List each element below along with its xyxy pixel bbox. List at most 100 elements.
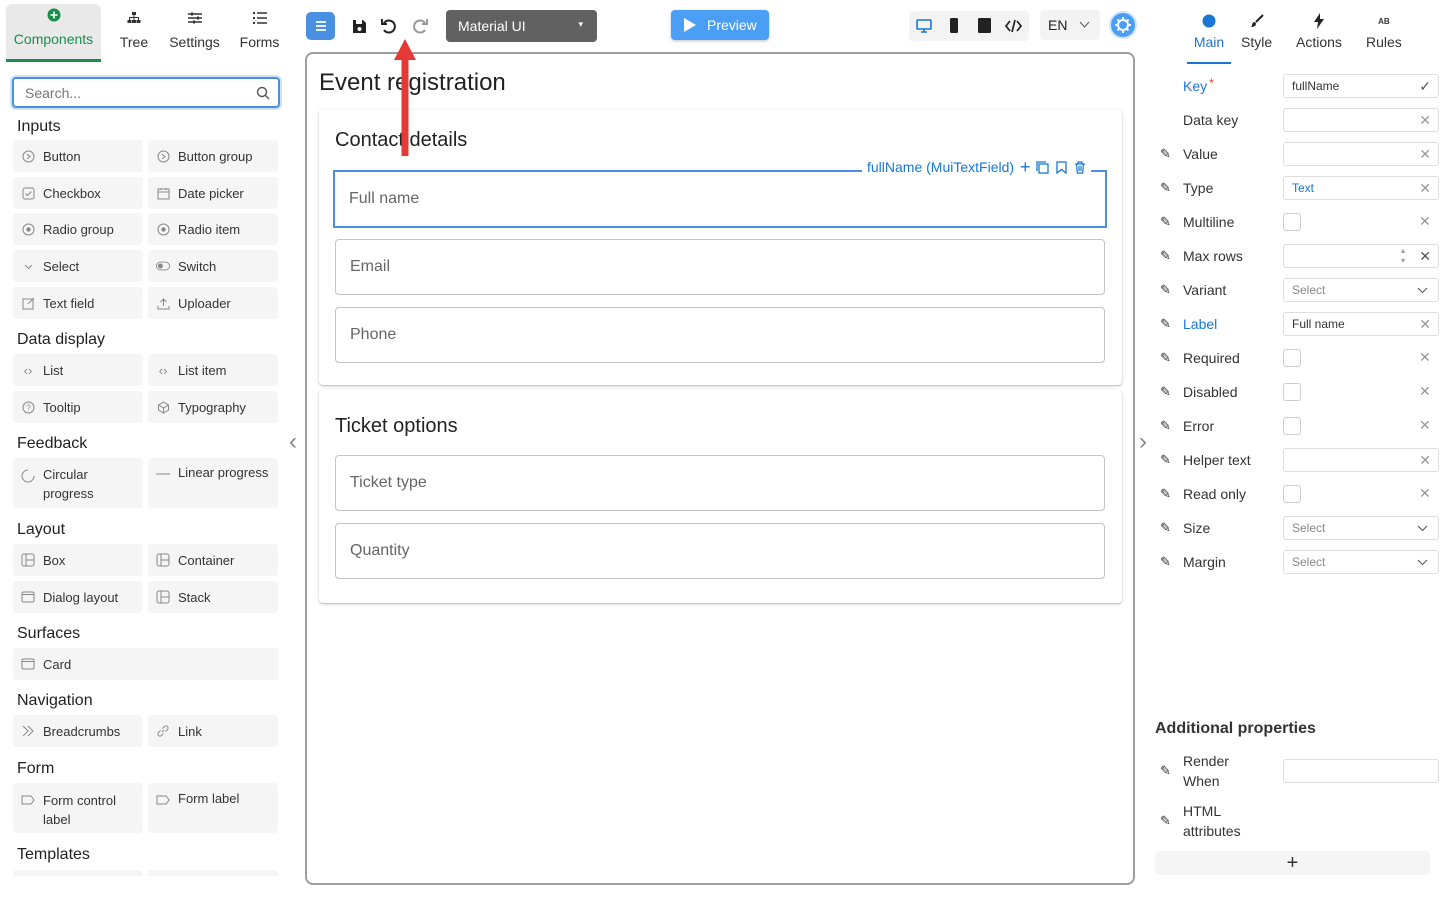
pencil-icon[interactable]: ✎ [1160,350,1182,366]
component-link[interactable]: Link [148,715,278,747]
multiline-checkbox[interactable] [1283,213,1301,231]
stepper-icon[interactable]: ▴ ▾ [1401,246,1405,266]
pencil-icon[interactable]: ✎ [1160,214,1182,230]
max-rows-input[interactable]: ▴ ▾ ✕ [1283,244,1439,268]
component-list[interactable]: ‹› List [13,354,143,386]
pencil-icon[interactable]: ✎ [1160,180,1182,196]
key-input[interactable]: fullName ✓ [1283,74,1439,98]
tab-components[interactable]: Components [6,4,101,62]
component-card[interactable]: Card [13,648,279,680]
component-box[interactable]: Box [13,544,143,576]
clear-icon[interactable]: ✕ [1419,349,1431,366]
phone-field[interactable]: Phone [335,307,1105,363]
search-icon[interactable] [256,86,270,100]
size-select[interactable]: Select [1283,516,1439,540]
phone-icon[interactable] [949,18,959,34]
tab-main[interactable]: Main [1187,12,1231,64]
pencil-icon[interactable]: ✎ [1160,486,1182,502]
code-icon[interactable] [1005,18,1022,34]
read-only-checkbox[interactable] [1283,485,1301,503]
pencil-icon[interactable]: ✎ [1160,452,1182,468]
add-attribute-button[interactable]: + [1155,851,1430,875]
clear-icon[interactable]: ✕ [1419,180,1431,197]
component-typography[interactable]: Typography [148,391,278,423]
pencil-icon[interactable]: ✎ [1160,520,1182,536]
margin-select[interactable]: Select [1283,550,1439,574]
collapse-right-icon[interactable]: › [1139,430,1147,454]
clear-icon[interactable]: ✕ [1419,146,1431,163]
clear-icon[interactable]: ✕ [1419,452,1431,469]
component-switch[interactable]: Switch [148,250,278,282]
pencil-icon[interactable]: ✎ [1160,384,1182,400]
variant-select[interactable]: Select [1283,278,1439,302]
preview-button[interactable]: Preview [671,10,769,40]
component-date-picker[interactable]: Date picker [148,177,278,209]
pencil-icon[interactable]: ✎ [1160,146,1182,162]
component-form-label[interactable]: Form label [148,783,278,833]
pencil-icon[interactable]: ✎ [1160,763,1182,779]
component-uploader[interactable]: Uploader [148,287,278,319]
settings-button[interactable] [1111,13,1135,37]
tab-tree[interactable]: Tree [101,4,167,62]
clear-icon[interactable]: ✕ [1419,316,1431,333]
component-button[interactable]: Button [13,140,143,172]
value-input[interactable]: ✕ [1283,142,1439,166]
pencil-icon[interactable]: ✎ [1160,248,1182,264]
component-select[interactable]: Select [13,250,143,282]
component-button-group[interactable]: Button group [148,140,278,172]
component-stack[interactable]: Stack [148,581,278,613]
clear-icon[interactable]: ✕ [1419,112,1431,129]
component-template-partial[interactable] [148,870,278,876]
component-radio-item[interactable]: Radio item [148,213,278,245]
disabled-checkbox[interactable] [1283,383,1301,401]
email-field[interactable]: Email [335,239,1105,295]
pencil-icon[interactable]: ✎ [1160,418,1182,434]
component-list-item[interactable]: ‹› List item [148,354,278,386]
component-container[interactable]: Container [148,544,278,576]
desktop-icon[interactable] [916,18,932,34]
pencil-icon[interactable]: ✎ [1160,282,1182,298]
undo-button[interactable] [376,13,402,39]
pencil-icon[interactable]: ✎ [1160,554,1182,570]
tab-settings[interactable]: Settings [167,4,222,62]
component-template-partial[interactable] [13,870,143,876]
clear-icon[interactable]: ✕ [1419,248,1431,265]
tablet-icon[interactable] [978,18,991,34]
render-when-input[interactable] [1283,759,1439,783]
ui-library-select[interactable]: Material UI ▾ [446,10,597,42]
clear-icon[interactable]: ✕ [1419,485,1431,502]
type-input[interactable]: Text ✕ [1283,176,1439,200]
clear-icon[interactable]: ✕ [1419,213,1431,230]
language-select[interactable]: EN [1040,10,1100,40]
ticket-type-field[interactable]: Ticket type [335,455,1105,511]
collapse-left-icon[interactable]: ‹ [289,430,297,454]
pencil-icon[interactable]: ✎ [1160,813,1182,829]
component-form-control-label[interactable]: Form control label [13,783,143,833]
data-key-input[interactable]: ✕ [1283,108,1439,132]
menu-button[interactable] [306,12,335,40]
tab-rules[interactable]: AB Rules [1366,12,1402,51]
label-input[interactable]: Full name ✕ [1283,312,1439,336]
component-tooltip[interactable]: ? Tooltip [13,391,143,423]
helper-text-input[interactable]: ✕ [1283,448,1439,472]
component-breadcrumbs[interactable]: Breadcrumbs [13,715,143,747]
tab-style[interactable]: Style [1241,12,1272,50]
card-ticket-options[interactable]: Ticket options Ticket type Quantity [319,390,1122,603]
error-checkbox[interactable] [1283,417,1301,435]
tab-actions[interactable]: Actions [1296,12,1342,50]
tab-forms[interactable]: Forms [222,4,297,62]
clear-icon[interactable]: ✕ [1419,383,1431,400]
card-contact-details[interactable]: Contact details fullName (MuiTextField) … [319,110,1122,385]
component-circular-progress[interactable]: Circular progress [13,458,143,508]
pencil-icon[interactable]: ✎ [1160,316,1182,332]
fullname-field[interactable]: Full name [335,171,1105,227]
save-button[interactable] [346,13,372,39]
quantity-field[interactable]: Quantity [335,523,1105,579]
component-checkbox[interactable]: Checkbox [13,177,143,209]
clear-icon[interactable]: ✕ [1419,417,1431,434]
required-checkbox[interactable] [1283,349,1301,367]
component-radio-group[interactable]: Radio group [13,213,143,245]
redo-button[interactable] [406,13,432,39]
component-text-field[interactable]: Text field [13,287,143,319]
component-dialog-layout[interactable]: Dialog layout [13,581,143,613]
